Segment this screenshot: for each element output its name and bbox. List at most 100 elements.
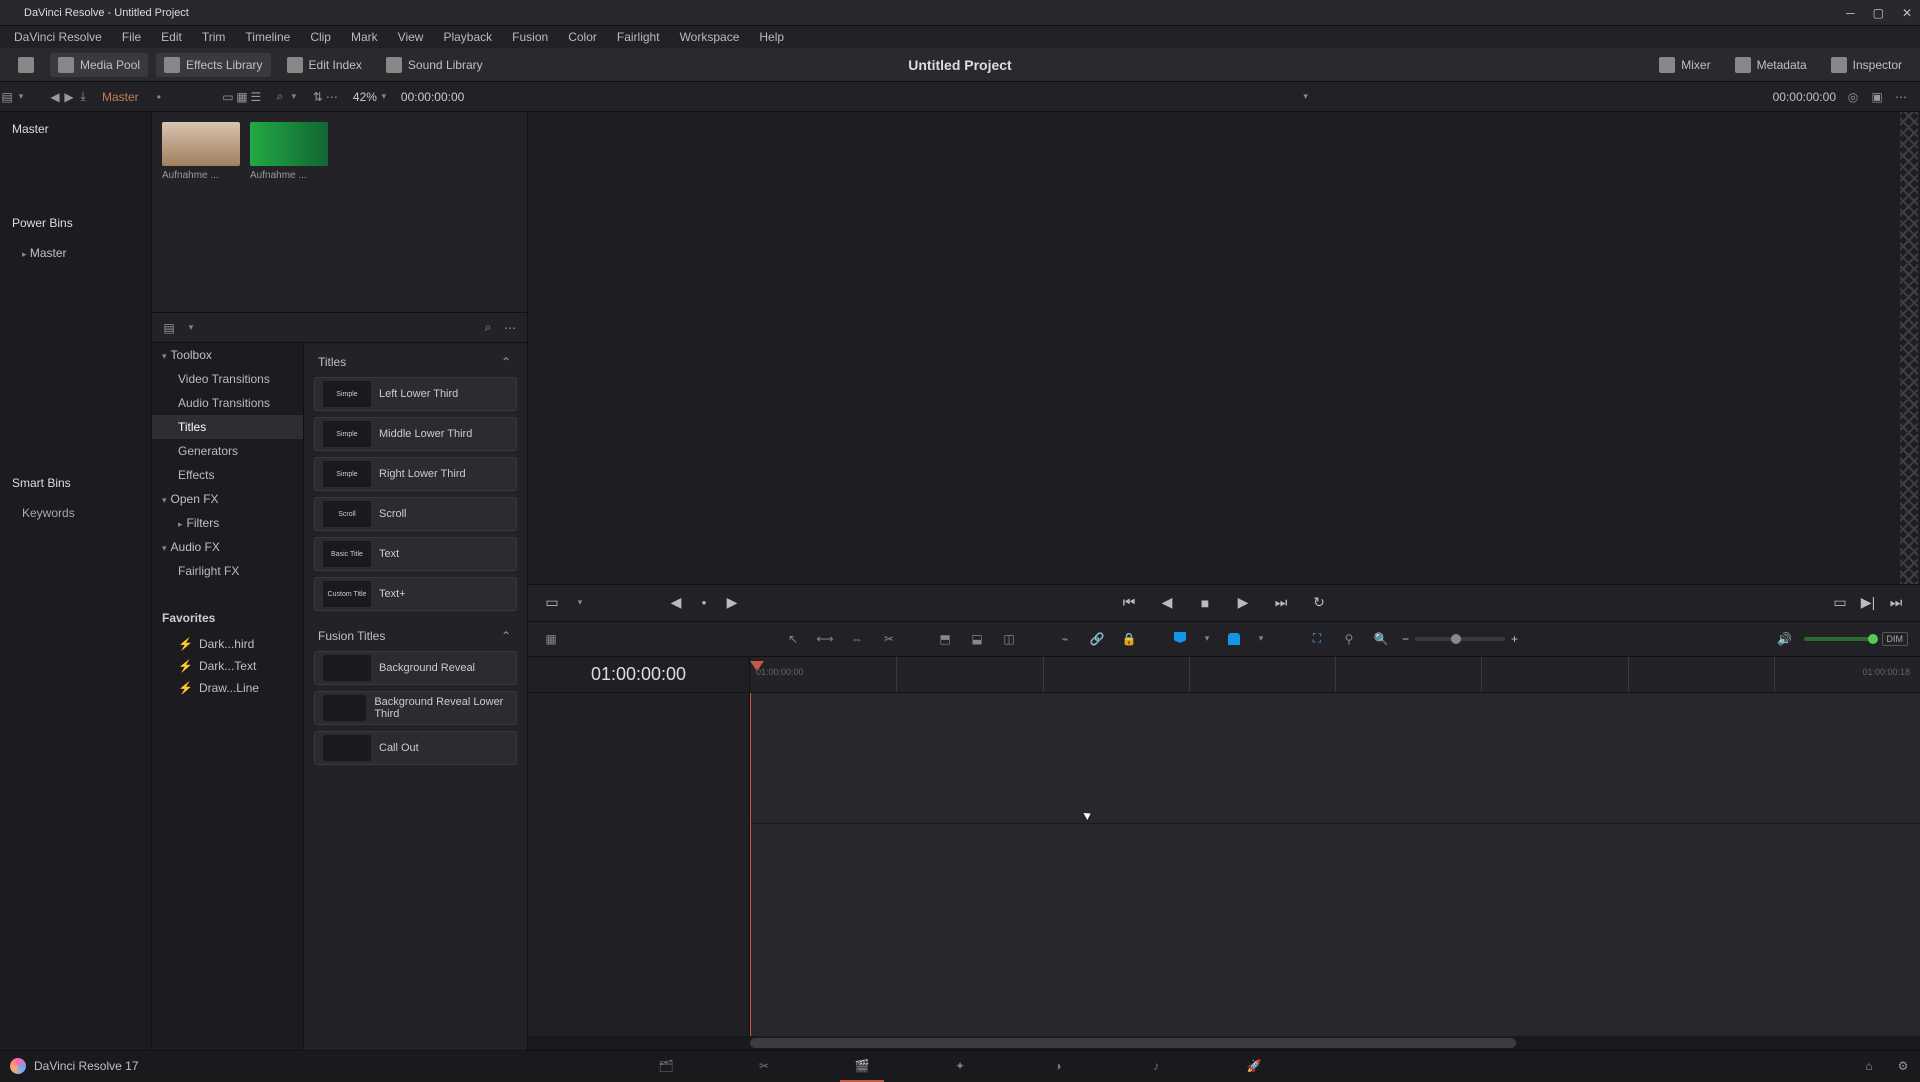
viewer[interactable] bbox=[528, 112, 1920, 585]
viewer-zoom[interactable]: 42% bbox=[353, 90, 377, 104]
collapse-icon[interactable]: ⌃ bbox=[499, 629, 513, 643]
zoom-in-icon[interactable]: + bbox=[1511, 632, 1518, 646]
tree-fairlightfx[interactable]: Fairlight FX bbox=[152, 559, 303, 583]
stop-button[interactable]: ■ bbox=[1195, 593, 1215, 613]
more-icon[interactable]: ⋯ bbox=[325, 90, 339, 104]
title-item[interactable]: Custom TitleText+ bbox=[314, 577, 517, 611]
minimize-button[interactable]: ─ bbox=[1846, 6, 1855, 20]
speaker-icon[interactable]: 🔊 bbox=[1774, 628, 1796, 650]
effects-library-button[interactable]: Effects Library bbox=[156, 53, 270, 77]
search-options-icon[interactable] bbox=[287, 90, 301, 104]
maximize-button[interactable]: ▢ bbox=[1873, 6, 1884, 20]
bin-view-chevron-icon[interactable] bbox=[14, 90, 28, 104]
sort-icon[interactable]: ⇅ bbox=[311, 90, 325, 104]
effects-layout-chevron-icon[interactable] bbox=[184, 321, 198, 335]
timeline-scrollbar[interactable] bbox=[528, 1036, 1920, 1050]
zoom-chevron-icon[interactable] bbox=[377, 90, 391, 104]
clip-item[interactable]: Aufnahme ... bbox=[250, 122, 328, 181]
menu-fusion[interactable]: Fusion bbox=[504, 28, 556, 46]
tree-openfx[interactable]: Open FX bbox=[152, 487, 303, 511]
menu-workspace[interactable]: Workspace bbox=[672, 28, 748, 46]
sound-library-button[interactable]: Sound Library bbox=[378, 53, 491, 77]
play-button[interactable]: ▶ bbox=[1233, 593, 1253, 613]
overwrite-clip-icon[interactable]: ⬓ bbox=[966, 628, 988, 650]
link-icon[interactable]: 🔗 bbox=[1086, 628, 1108, 650]
title-item[interactable]: Basic TitleText bbox=[314, 537, 517, 571]
collapse-icon[interactable]: ⌃ bbox=[499, 355, 513, 369]
replace-clip-icon[interactable]: ◫ bbox=[998, 628, 1020, 650]
search-icon[interactable]: ⌕ bbox=[273, 90, 287, 104]
menu-davinci-resolve[interactable]: DaVinci Resolve bbox=[6, 28, 110, 46]
bin-view-icon[interactable]: ▤ bbox=[0, 90, 14, 104]
timeline-timecode[interactable]: 01:00:00:00 bbox=[528, 657, 750, 692]
timeline-ruler[interactable]: 01:00:00:00 01:00:00:18 bbox=[750, 657, 1920, 692]
volume-slider[interactable] bbox=[1804, 637, 1874, 641]
dual-viewer-icon[interactable]: ▣ bbox=[1870, 90, 1884, 104]
media-pool-button[interactable]: Media Pool bbox=[50, 53, 148, 77]
tree-audio-transitions[interactable]: Audio Transitions bbox=[152, 391, 303, 415]
title-item[interactable]: Background Reveal bbox=[314, 651, 517, 685]
bin-master[interactable]: Master bbox=[0, 112, 151, 146]
blade-tool-icon[interactable]: ✂ bbox=[878, 628, 900, 650]
match-frame-chevron-icon[interactable] bbox=[570, 593, 590, 613]
tab-color[interactable]: ◑ bbox=[1044, 1056, 1072, 1076]
title-item[interactable]: Background Reveal Lower Third bbox=[314, 691, 517, 725]
prev-marker-icon[interactable]: ◀ bbox=[666, 593, 686, 613]
home-icon[interactable]: ⌂ bbox=[1862, 1059, 1876, 1073]
trim-tool-icon[interactable]: ⟷ bbox=[814, 628, 836, 650]
title-item[interactable]: ScrollScroll bbox=[314, 497, 517, 531]
effects-more-icon[interactable]: ⋯ bbox=[503, 321, 517, 335]
title-item[interactable]: Call Out bbox=[314, 731, 517, 765]
metadata-button[interactable]: Metadata bbox=[1727, 53, 1815, 77]
loop-button[interactable]: ↻ bbox=[1309, 593, 1329, 613]
last-clip-icon[interactable]: ⏭ bbox=[1886, 593, 1906, 613]
panel-layout-button[interactable] bbox=[10, 53, 42, 77]
view-strip-icon[interactable]: ▭ bbox=[221, 90, 235, 104]
dim-button[interactable]: DIM bbox=[1882, 632, 1909, 646]
title-item[interactable]: SimpleMiddle Lower Third bbox=[314, 417, 517, 451]
snap-icon[interactable]: ⌁ bbox=[1054, 628, 1076, 650]
track-headers[interactable] bbox=[528, 693, 750, 1036]
title-item[interactable]: SimpleRight Lower Third bbox=[314, 457, 517, 491]
dynamic-trim-icon[interactable]: ⇔ bbox=[846, 628, 868, 650]
tree-filters[interactable]: Filters bbox=[152, 511, 303, 535]
selection-tool-icon[interactable]: ↖ bbox=[782, 628, 804, 650]
power-bins-header[interactable]: Power Bins bbox=[0, 206, 151, 240]
clip-item[interactable]: Aufnahme ... bbox=[162, 122, 240, 181]
title-item[interactable]: SimpleLeft Lower Third bbox=[314, 377, 517, 411]
bypass-icon[interactable]: ◎ bbox=[1846, 90, 1860, 104]
tab-fairlight[interactable]: ♪ bbox=[1142, 1056, 1170, 1076]
effects-search-icon[interactable]: ⌕ bbox=[481, 321, 495, 335]
tree-video-transitions[interactable]: Video Transitions bbox=[152, 367, 303, 391]
tab-media[interactable]: 🗂 bbox=[652, 1056, 680, 1076]
custom-zoom-icon[interactable]: 🔍 bbox=[1370, 628, 1392, 650]
nav-fwd-button[interactable]: ▶ bbox=[62, 90, 76, 104]
tab-cut[interactable]: ✂ bbox=[750, 1056, 778, 1076]
detail-zoom-icon[interactable]: ⚲ bbox=[1338, 628, 1360, 650]
import-icon[interactable]: ⤓ bbox=[76, 90, 90, 104]
menu-mark[interactable]: Mark bbox=[343, 28, 386, 46]
effects-layout-icon[interactable]: ▤ bbox=[162, 321, 176, 335]
go-start-button[interactable]: ⏮ bbox=[1119, 593, 1139, 613]
smart-bins-header[interactable]: Smart Bins bbox=[0, 466, 151, 500]
step-back-button[interactable]: ◀ bbox=[1157, 593, 1177, 613]
close-button[interactable]: ✕ bbox=[1902, 6, 1912, 20]
power-bins-master[interactable]: Master bbox=[0, 240, 151, 266]
menu-timeline[interactable]: Timeline bbox=[237, 28, 298, 46]
flag-chevron-icon[interactable] bbox=[1196, 628, 1218, 650]
viewer-mode-icon[interactable]: ▭ bbox=[1830, 593, 1850, 613]
tree-titles[interactable]: Titles bbox=[152, 415, 303, 439]
mixer-button[interactable]: Mixer bbox=[1651, 53, 1718, 77]
favorite-item[interactable]: ⚡Draw...Line bbox=[152, 677, 303, 699]
menu-file[interactable]: File bbox=[114, 28, 149, 46]
view-grid-icon[interactable]: ▦ bbox=[235, 90, 249, 104]
tree-audiofx[interactable]: Audio FX bbox=[152, 535, 303, 559]
toolbox-node[interactable]: Toolbox bbox=[152, 343, 303, 367]
breadcrumb[interactable]: Master bbox=[102, 90, 139, 104]
playhead-line[interactable] bbox=[750, 693, 751, 1036]
edit-index-button[interactable]: Edit Index bbox=[279, 53, 370, 77]
menu-view[interactable]: View bbox=[390, 28, 432, 46]
marker-chevron-icon[interactable] bbox=[1250, 628, 1272, 650]
viewer-more-icon[interactable]: ⋯ bbox=[1894, 90, 1908, 104]
viewer-select-chevron-icon[interactable] bbox=[1299, 90, 1313, 104]
